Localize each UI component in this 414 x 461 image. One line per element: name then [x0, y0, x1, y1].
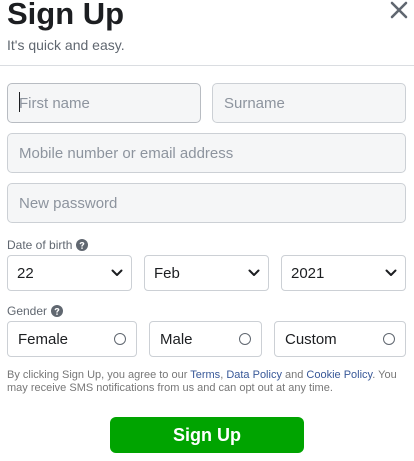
terms-text: By clicking Sign Up, you agree to our Te… [7, 369, 407, 395]
surname-input[interactable] [212, 83, 406, 123]
gender-option-custom[interactable]: Custom [274, 321, 406, 357]
new-password-input[interactable] [7, 183, 406, 223]
chevron-down-icon [385, 269, 397, 276]
page-title: Sign Up [7, 0, 125, 31]
gender-option-label: Custom [285, 330, 337, 348]
chevron-down-icon [111, 269, 123, 276]
radio-button[interactable] [114, 333, 126, 345]
radio-button[interactable] [239, 333, 251, 345]
help-icon[interactable] [51, 305, 64, 317]
radio-button[interactable] [383, 333, 395, 345]
first-name-input[interactable] [7, 83, 201, 123]
mobile-email-input[interactable] [7, 133, 406, 173]
birth-day-select[interactable]: 22 [7, 255, 132, 291]
date-of-birth-label: Date of birth [7, 238, 73, 252]
chevron-down-icon [248, 269, 260, 276]
gender-label-row: Gender [7, 304, 64, 318]
birth-month-select[interactable]: Feb [144, 255, 269, 291]
date-of-birth-label-row: Date of birth [7, 238, 89, 252]
gender-option-label: Male [160, 330, 193, 348]
gender-option-female[interactable]: Female [7, 321, 137, 357]
terms-prefix: By clicking Sign Up, you agree to our [7, 369, 191, 381]
birth-day-value: 22 [17, 264, 34, 282]
header-divider [0, 65, 414, 66]
gender-label: Gender [7, 304, 48, 318]
text-caret [19, 92, 20, 112]
terms-link[interactable]: Terms [190, 369, 220, 381]
close-icon[interactable] [388, 0, 410, 21]
birth-month-value: Feb [154, 264, 180, 282]
terms-and: and [281, 369, 307, 381]
help-icon[interactable] [76, 239, 89, 251]
gender-option-male[interactable]: Male [149, 321, 262, 357]
cookie-policy-link[interactable]: Cookie Policy [306, 369, 372, 381]
gender-option-label: Female [18, 330, 69, 348]
data-policy-link[interactable]: Data Policy [226, 369, 282, 381]
birth-year-select[interactable]: 2021 [281, 255, 406, 291]
birth-year-value: 2021 [291, 264, 325, 282]
page-subtitle: It's quick and easy. [7, 37, 125, 53]
sign-up-button[interactable]: Sign Up [110, 417, 304, 453]
